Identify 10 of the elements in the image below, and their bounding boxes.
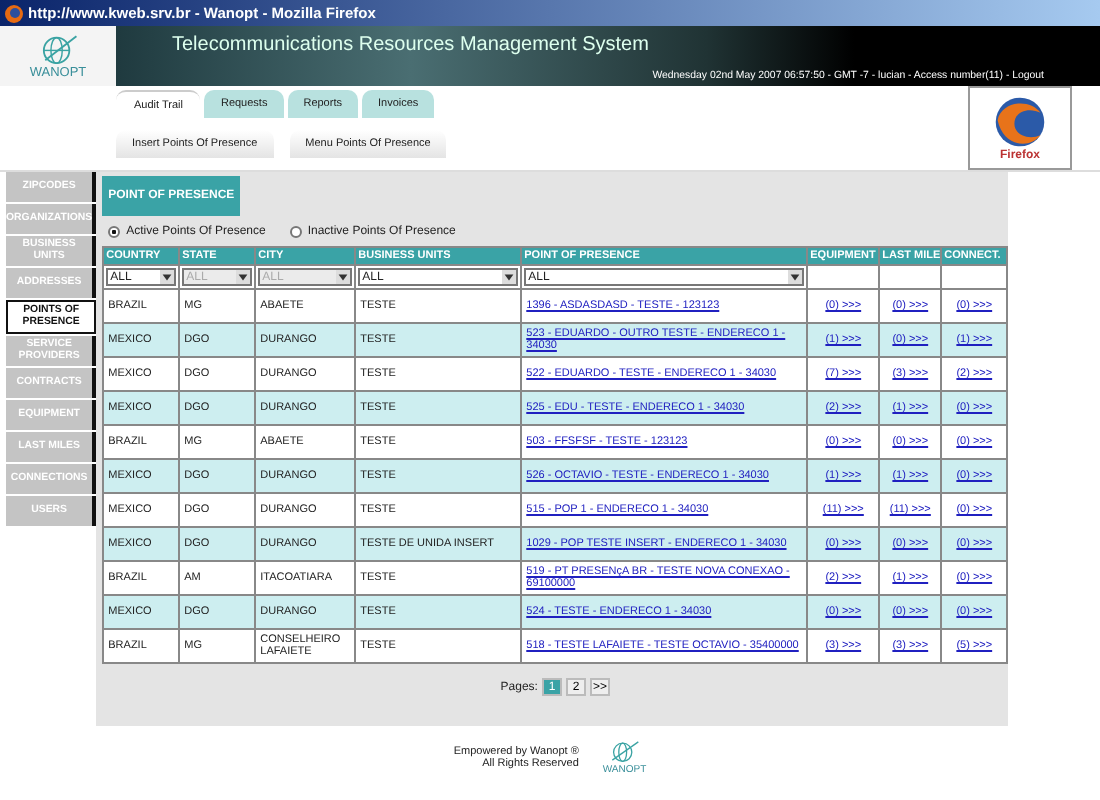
radio-button[interactable] [289, 226, 302, 238]
caret-icon [160, 270, 175, 284]
radio-button[interactable] [108, 226, 121, 238]
caret-icon [788, 270, 803, 284]
caret-icon [336, 270, 351, 284]
browser-icon [4, 3, 24, 23]
caret-icon [236, 270, 251, 284]
system-title: Telecommunications Resources Management System [172, 34, 651, 56]
caret-icon [502, 270, 517, 284]
fox-globe-icon [992, 94, 1048, 150]
